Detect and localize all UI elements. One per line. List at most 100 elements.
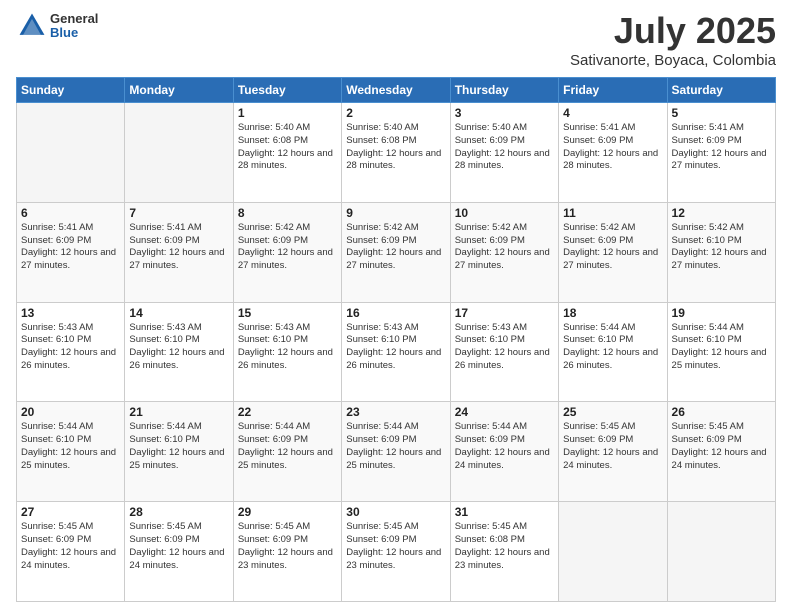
week-row-1: 6 Sunrise: 5:41 AMSunset: 6:09 PMDaylight… (17, 202, 776, 302)
calendar-cell: 22 Sunrise: 5:44 AMSunset: 6:09 PMDayligh… (233, 402, 341, 502)
day-info: Sunrise: 5:44 AMSunset: 6:10 PMDaylight:… (129, 421, 228, 472)
day-number: 7 (129, 206, 228, 220)
calendar-cell: 11 Sunrise: 5:42 AMSunset: 6:09 PMDayligh… (559, 202, 667, 302)
day-info: Sunrise: 5:45 AMSunset: 6:08 PMDaylight:… (455, 521, 554, 572)
day-number: 6 (21, 206, 120, 220)
calendar-cell: 27 Sunrise: 5:45 AMSunset: 6:09 PMDayligh… (17, 502, 125, 602)
day-info: Sunrise: 5:41 AMSunset: 6:09 PMDaylight:… (129, 222, 228, 273)
day-number: 4 (563, 106, 662, 120)
calendar-cell (125, 103, 233, 203)
day-info: Sunrise: 5:42 AMSunset: 6:09 PMDaylight:… (455, 222, 554, 273)
week-row-4: 27 Sunrise: 5:45 AMSunset: 6:09 PMDayligh… (17, 502, 776, 602)
day-info: Sunrise: 5:41 AMSunset: 6:09 PMDaylight:… (21, 222, 120, 273)
day-number: 11 (563, 206, 662, 220)
week-row-2: 13 Sunrise: 5:43 AMSunset: 6:10 PMDayligh… (17, 302, 776, 402)
calendar-cell: 26Sunrise: 5:45 AMSunset: 6:09 PMDayligh… (667, 402, 775, 502)
calendar-cell (667, 502, 775, 602)
calendar-table: SundayMondayTuesdayWednesdayThursdayFrid… (16, 77, 776, 602)
weekday-header-monday: Monday (125, 78, 233, 103)
day-number: 25 (563, 405, 662, 419)
calendar-cell: 29Sunrise: 5:45 AMSunset: 6:09 PMDayligh… (233, 502, 341, 602)
calendar-cell: 17Sunrise: 5:43 AMSunset: 6:10 PMDayligh… (450, 302, 558, 402)
day-info: Sunrise: 5:41 AMSunset: 6:09 PMDaylight:… (563, 122, 662, 173)
day-number: 31 (455, 505, 554, 519)
calendar-cell: 25 Sunrise: 5:45 AMSunset: 6:09 PMDayligh… (559, 402, 667, 502)
weekday-header-tuesday: Tuesday (233, 78, 341, 103)
calendar-cell: 14 Sunrise: 5:43 AMSunset: 6:10 PMDayligh… (125, 302, 233, 402)
calendar-cell: 20 Sunrise: 5:44 AMSunset: 6:10 PMDayligh… (17, 402, 125, 502)
day-info: Sunrise: 5:42 AMSunset: 6:09 PMDaylight:… (238, 222, 337, 273)
day-number: 14 (129, 306, 228, 320)
day-number: 10 (455, 206, 554, 220)
calendar-cell (559, 502, 667, 602)
day-info: Sunrise: 5:40 AMSunset: 6:08 PMDaylight:… (238, 122, 337, 173)
calendar-cell: 1 Sunrise: 5:40 AMSunset: 6:08 PMDaylight… (233, 103, 341, 203)
day-info: Sunrise: 5:45 AMSunset: 6:09 PMDaylight:… (21, 521, 120, 572)
calendar-cell: 16 Sunrise: 5:43 AMSunset: 6:10 PMDayligh… (342, 302, 450, 402)
day-number: 13 (21, 306, 120, 320)
calendar-cell: 19Sunrise: 5:44 AMSunset: 6:10 PMDayligh… (667, 302, 775, 402)
day-info: Sunrise: 5:44 AMSunset: 6:10 PMDaylight:… (672, 322, 771, 373)
day-info: Sunrise: 5:43 AMSunset: 6:10 PMDaylight:… (129, 322, 228, 373)
day-number: 1 (238, 106, 337, 120)
day-info: Sunrise: 5:40 AMSunset: 6:09 PMDaylight:… (455, 122, 554, 173)
calendar-cell: 28 Sunrise: 5:45 AMSunset: 6:09 PMDayligh… (125, 502, 233, 602)
calendar-cell: 5 Sunrise: 5:41 AMSunset: 6:09 PMDaylight… (667, 103, 775, 203)
weekday-header-saturday: Saturday (667, 78, 775, 103)
day-info: Sunrise: 5:45 AMSunset: 6:09 PMDaylight:… (563, 421, 662, 472)
logo-icon (16, 10, 48, 42)
weekday-header-row: SundayMondayTuesdayWednesdayThursdayFrid… (17, 78, 776, 103)
day-number: 28 (129, 505, 228, 519)
weekday-header-thursday: Thursday (450, 78, 558, 103)
calendar-cell: 12Sunrise: 5:42 AMSunset: 6:10 PMDayligh… (667, 202, 775, 302)
day-info: Sunrise: 5:42 AMSunset: 6:10 PMDaylight:… (672, 222, 771, 273)
calendar-cell: 3Sunrise: 5:40 AMSunset: 6:09 PMDaylight… (450, 103, 558, 203)
day-number: 20 (21, 405, 120, 419)
day-number: 22 (238, 405, 337, 419)
weekday-header-wednesday: Wednesday (342, 78, 450, 103)
calendar-cell: 15Sunrise: 5:43 AMSunset: 6:10 PMDayligh… (233, 302, 341, 402)
day-number: 5 (672, 106, 771, 120)
day-info: Sunrise: 5:44 AMSunset: 6:09 PMDaylight:… (455, 421, 554, 472)
day-number: 21 (129, 405, 228, 419)
calendar-cell: 24 Sunrise: 5:44 AMSunset: 6:09 PMDayligh… (450, 402, 558, 502)
calendar-cell: 18Sunrise: 5:44 AMSunset: 6:10 PMDayligh… (559, 302, 667, 402)
day-info: Sunrise: 5:43 AMSunset: 6:10 PMDaylight:… (21, 322, 120, 373)
day-number: 23 (346, 405, 445, 419)
day-info: Sunrise: 5:45 AMSunset: 6:09 PMDaylight:… (129, 521, 228, 572)
calendar-cell: 31 Sunrise: 5:45 AMSunset: 6:08 PMDayligh… (450, 502, 558, 602)
header: General Blue July 2025 Sativanorte, Boya… (16, 10, 776, 69)
day-info: Sunrise: 5:44 AMSunset: 6:10 PMDaylight:… (21, 421, 120, 472)
calendar-cell: 23 Sunrise: 5:44 AMSunset: 6:09 PMDayligh… (342, 402, 450, 502)
day-number: 2 (346, 106, 445, 120)
day-number: 30 (346, 505, 445, 519)
calendar-cell: 10 Sunrise: 5:42 AMSunset: 6:09 PMDayligh… (450, 202, 558, 302)
day-info: Sunrise: 5:44 AMSunset: 6:09 PMDaylight:… (346, 421, 445, 472)
calendar-cell: 8 Sunrise: 5:42 AMSunset: 6:09 PMDaylight… (233, 202, 341, 302)
calendar-cell: 21 Sunrise: 5:44 AMSunset: 6:10 PMDayligh… (125, 402, 233, 502)
logo-blue: Blue (50, 26, 98, 40)
main-title: July 2025 (570, 10, 776, 52)
day-number: 24 (455, 405, 554, 419)
day-info: Sunrise: 5:44 AMSunset: 6:09 PMDaylight:… (238, 421, 337, 472)
day-info: Sunrise: 5:42 AMSunset: 6:09 PMDaylight:… (563, 222, 662, 273)
title-block: July 2025 Sativanorte, Boyaca, Colombia (570, 10, 776, 69)
day-number: 27 (21, 505, 120, 519)
week-row-0: 1 Sunrise: 5:40 AMSunset: 6:08 PMDaylight… (17, 103, 776, 203)
day-info: Sunrise: 5:40 AMSunset: 6:08 PMDaylight:… (346, 122, 445, 173)
day-info: Sunrise: 5:43 AMSunset: 6:10 PMDaylight:… (346, 322, 445, 373)
day-info: Sunrise: 5:45 AMSunset: 6:09 PMDaylight:… (346, 521, 445, 572)
calendar-cell: 4 Sunrise: 5:41 AMSunset: 6:09 PMDaylight… (559, 103, 667, 203)
page: General Blue July 2025 Sativanorte, Boya… (0, 0, 792, 612)
day-info: Sunrise: 5:43 AMSunset: 6:10 PMDaylight:… (455, 322, 554, 373)
day-number: 15 (238, 306, 337, 320)
day-number: 8 (238, 206, 337, 220)
calendar-cell (17, 103, 125, 203)
day-number: 29 (238, 505, 337, 519)
calendar-cell: 6 Sunrise: 5:41 AMSunset: 6:09 PMDaylight… (17, 202, 125, 302)
subtitle: Sativanorte, Boyaca, Colombia (570, 52, 776, 69)
calendar-cell: 30 Sunrise: 5:45 AMSunset: 6:09 PMDayligh… (342, 502, 450, 602)
day-info: Sunrise: 5:41 AMSunset: 6:09 PMDaylight:… (672, 122, 771, 173)
day-number: 16 (346, 306, 445, 320)
weekday-header-friday: Friday (559, 78, 667, 103)
